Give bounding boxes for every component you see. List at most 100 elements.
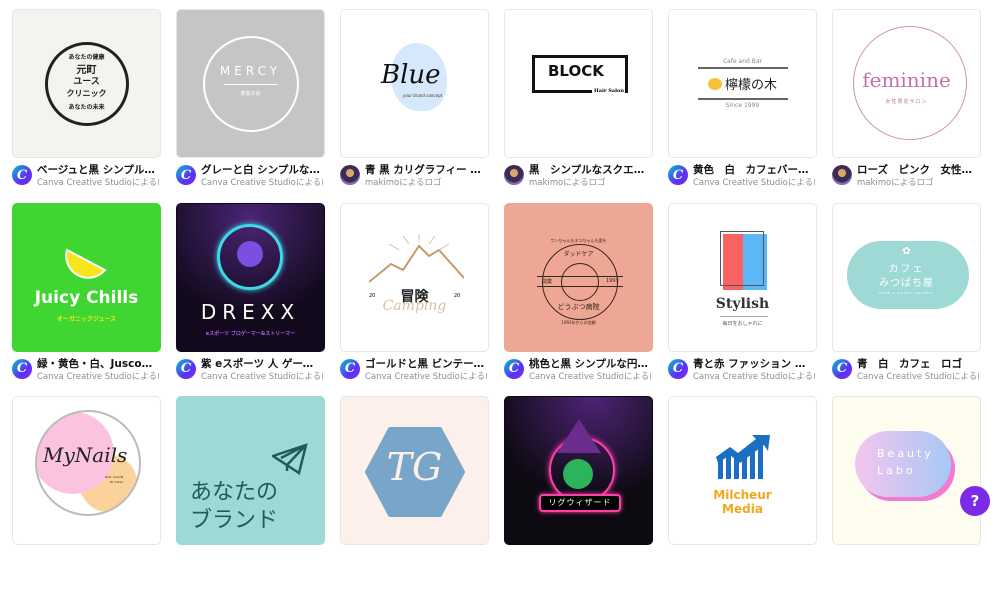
template-card[interactable]: Milcheur Media [668, 396, 817, 590]
logo-text: ダッドケア [563, 250, 594, 258]
logo-text: feminine [862, 68, 951, 92]
template-card[interactable]: Stylish 毎日をおしゃれに C 青と赤 ファッション オンライ...Canv… [668, 202, 817, 397]
template-thumbnail[interactable]: feminine 女性限定サロン [832, 9, 981, 158]
template-author: Canva Creative Studioによるロゴ [37, 178, 159, 188]
logo-text: あなたの健康 [68, 53, 105, 61]
logo-text: 1993年からの信頼 [561, 319, 596, 325]
logo-text: クリニック [66, 88, 107, 98]
template-card[interactable]: Beauty Labo [832, 396, 981, 590]
template-author: makimoによるロゴ [365, 178, 442, 188]
logo-text-line: Milcheur [713, 488, 772, 502]
template-card[interactable]: BLOCK Hair Salon 黒 シンプルなスクエア サ...makimoに… [504, 9, 653, 203]
template-card[interactable]: Juicy Chills オーガニックジュース C 緑・黄色・白、Jusco・柑橘… [12, 202, 161, 397]
logo-text: Hair Salon [594, 88, 624, 94]
template-title[interactable]: 緑・黄色・白、Jusco・柑橘... [37, 357, 159, 371]
template-thumbnail[interactable]: Beauty Labo [832, 396, 981, 545]
user-avatar [832, 165, 852, 185]
template-thumbnail[interactable]: MERCY 慈善の会 [176, 9, 325, 158]
template-title[interactable]: 青 黒 カリグラフィー 素朴 ロゴ [365, 163, 487, 177]
logo-text-line: Labo [877, 464, 916, 477]
template-thumbnail[interactable]: Stylish 毎日をおしゃれに [668, 202, 817, 352]
template-author: Canva Creative Studioによるロゴ [693, 371, 815, 382]
logo-text: リグウィザード [539, 494, 621, 512]
template-title[interactable]: 黄色 白 カフェバー ロゴ [693, 163, 815, 177]
template-thumbnail[interactable]: Blue your brand concept [340, 9, 489, 158]
logo-text: 1993 [606, 277, 619, 284]
template-card[interactable]: Blue your brand concept 青 黒 カリグラフィー 素朴 ロ… [340, 9, 489, 203]
logo-text: どうぶつ病院 [557, 302, 600, 311]
logo-text: Since 1999 [725, 102, 760, 109]
canva-avatar-icon: C [12, 165, 32, 185]
template-thumbnail[interactable]: TG [340, 396, 489, 545]
logo-text-line: ブランド [190, 508, 279, 533]
template-thumbnail[interactable]: DREXX eスポーツ ブロゲーマー&ストリーマー [176, 202, 325, 352]
template-thumbnail[interactable]: ワンちゃんもネコちゃんも愛を ダッドケア 開業 1993 どうぶつ病院 1993… [504, 202, 653, 352]
help-button[interactable]: ? [960, 486, 990, 516]
template-thumbnail[interactable]: Juicy Chills オーガニックジュース [12, 202, 161, 352]
template-title[interactable]: 紫 eスポーツ 人 ゲームロゴ [201, 357, 323, 371]
template-title[interactable]: ベージュと黒 シンプルな円形 ... [37, 163, 159, 177]
template-card[interactable]: Cafe and Bar 檸檬の木 Since 1999 C 黄色 白 カフェバー… [668, 9, 817, 203]
template-card[interactable]: TG [340, 396, 489, 590]
logo-text: カフェ [888, 263, 925, 275]
canva-avatar-icon: C [504, 358, 524, 379]
template-card[interactable]: DREXX eスポーツ ブロゲーマー&ストリーマー C 紫 eスポーツ 人 ゲーム… [176, 202, 325, 397]
template-thumbnail[interactable]: あなたの健康 元町 ユース クリニック あなたの未来 [12, 9, 161, 158]
template-title[interactable]: グレーと白 シンプルな円形 教... [201, 163, 323, 177]
template-thumbnail[interactable]: ✿ カフェ みつばち屋 HAVE A GREAT COFFEE! [832, 202, 981, 352]
template-card[interactable]: あなたの ブランド [176, 396, 325, 590]
logo-text: HAVE A GREAT COFFEE! [878, 290, 935, 295]
logo-text-line: Beauty [877, 447, 934, 460]
template-thumbnail[interactable]: あなたの ブランド [176, 396, 325, 545]
logo-text: 慈善の会 [240, 90, 261, 97]
logo-text: Stylish [715, 295, 770, 312]
template-grid: あなたの健康 元町 ユース クリニック あなたの未来 C ベージュと黒 シンプルな… [12, 9, 981, 590]
template-card[interactable]: あなたの健康 元町 ユース クリニック あなたの未来 C ベージュと黒 シンプルな… [12, 9, 161, 203]
template-card[interactable]: MERCY 慈善の会 C グレーと白 シンプルな円形 教...Canva Crea… [176, 9, 325, 203]
template-author: Canva Creative Studioによるロゴ [693, 178, 815, 188]
template-thumbnail[interactable]: BLOCK Hair Salon [504, 9, 653, 158]
canva-avatar-icon: C [340, 358, 360, 379]
template-card[interactable]: ✿ カフェ みつばち屋 HAVE A GREAT COFFEE! C 青 白 カフ… [832, 202, 981, 397]
template-title[interactable]: 青 白 カフェ ロゴ [857, 357, 979, 371]
logo-text: MERCY [219, 63, 282, 78]
template-card[interactable]: 20 20 冒険 Camping C ゴールドと黒 ビンテージ ロゴ ...Can… [340, 202, 489, 397]
logo-text: your brand concept [403, 93, 443, 98]
logo-text: Milcheur Media [669, 488, 816, 516]
template-title[interactable]: ゴールドと黒 ビンテージ ロゴ ... [365, 357, 487, 371]
logo-text: DREXX [200, 299, 301, 324]
template-thumbnail[interactable]: Cafe and Bar 檸檬の木 Since 1999 [668, 9, 817, 158]
template-title[interactable]: ローズ ピンク 女性 美容... [857, 163, 979, 177]
template-author: Canva Creative Studioによるロゴ [201, 178, 323, 188]
template-author: Canva Creative Studioによるロゴ [201, 371, 323, 382]
template-card[interactable]: feminine 女性限定サロン ローズ ピンク 女性 美容...makimoに… [832, 9, 981, 203]
lemon-slice-icon [65, 248, 107, 279]
template-thumbnail[interactable]: Milcheur Media [668, 396, 817, 545]
canva-avatar-icon: C [12, 358, 32, 379]
template-card[interactable]: MyNails NAIL SALON BY ALISA [12, 396, 161, 590]
user-avatar [340, 165, 360, 185]
logo-stamp: あなたの健康 元町 ユース クリニック あなたの未来 [44, 41, 129, 126]
logo-text: あなたの未来 [68, 103, 105, 111]
template-title[interactable]: 青と赤 ファッション オンライ... [693, 357, 815, 371]
template-thumbnail[interactable]: リグウィザード [504, 396, 653, 545]
paper-plane-icon [272, 443, 308, 475]
template-author: Canva Creative Studioによるロゴ [37, 371, 159, 382]
template-title[interactable]: 桃色と黒 シンプルな円形 動物... [529, 357, 651, 371]
template-author: Canva Creative Studioによるロゴ [529, 371, 651, 382]
logo-text-line: Media [722, 502, 763, 516]
logo-text: BY ALISA [110, 480, 124, 484]
template-thumbnail[interactable]: MyNails NAIL SALON BY ALISA [12, 396, 161, 545]
template-card[interactable]: リグウィザード [504, 396, 653, 590]
logo-text: あなたの ブランド [190, 479, 278, 535]
template-thumbnail[interactable]: 20 20 冒険 Camping [340, 202, 489, 352]
canva-avatar-icon: C [176, 165, 196, 185]
logo-text: eスポーツ ブロゲーマー&ストリーマー [205, 330, 296, 337]
logo-text: NAIL SALON [105, 475, 123, 479]
logo-text: 女性限定サロン [885, 99, 928, 105]
template-card[interactable]: ワンちゃんもネコちゃんも愛を ダッドケア 開業 1993 どうぶつ病院 1993… [504, 202, 653, 397]
logo-text: オーガニックジュース [56, 315, 117, 323]
template-title[interactable]: 黒 シンプルなスクエア サ... [529, 163, 651, 177]
logo-text: ワンちゃんもネコちゃんも愛を [550, 237, 607, 243]
logo-text: 元町 [76, 64, 97, 76]
